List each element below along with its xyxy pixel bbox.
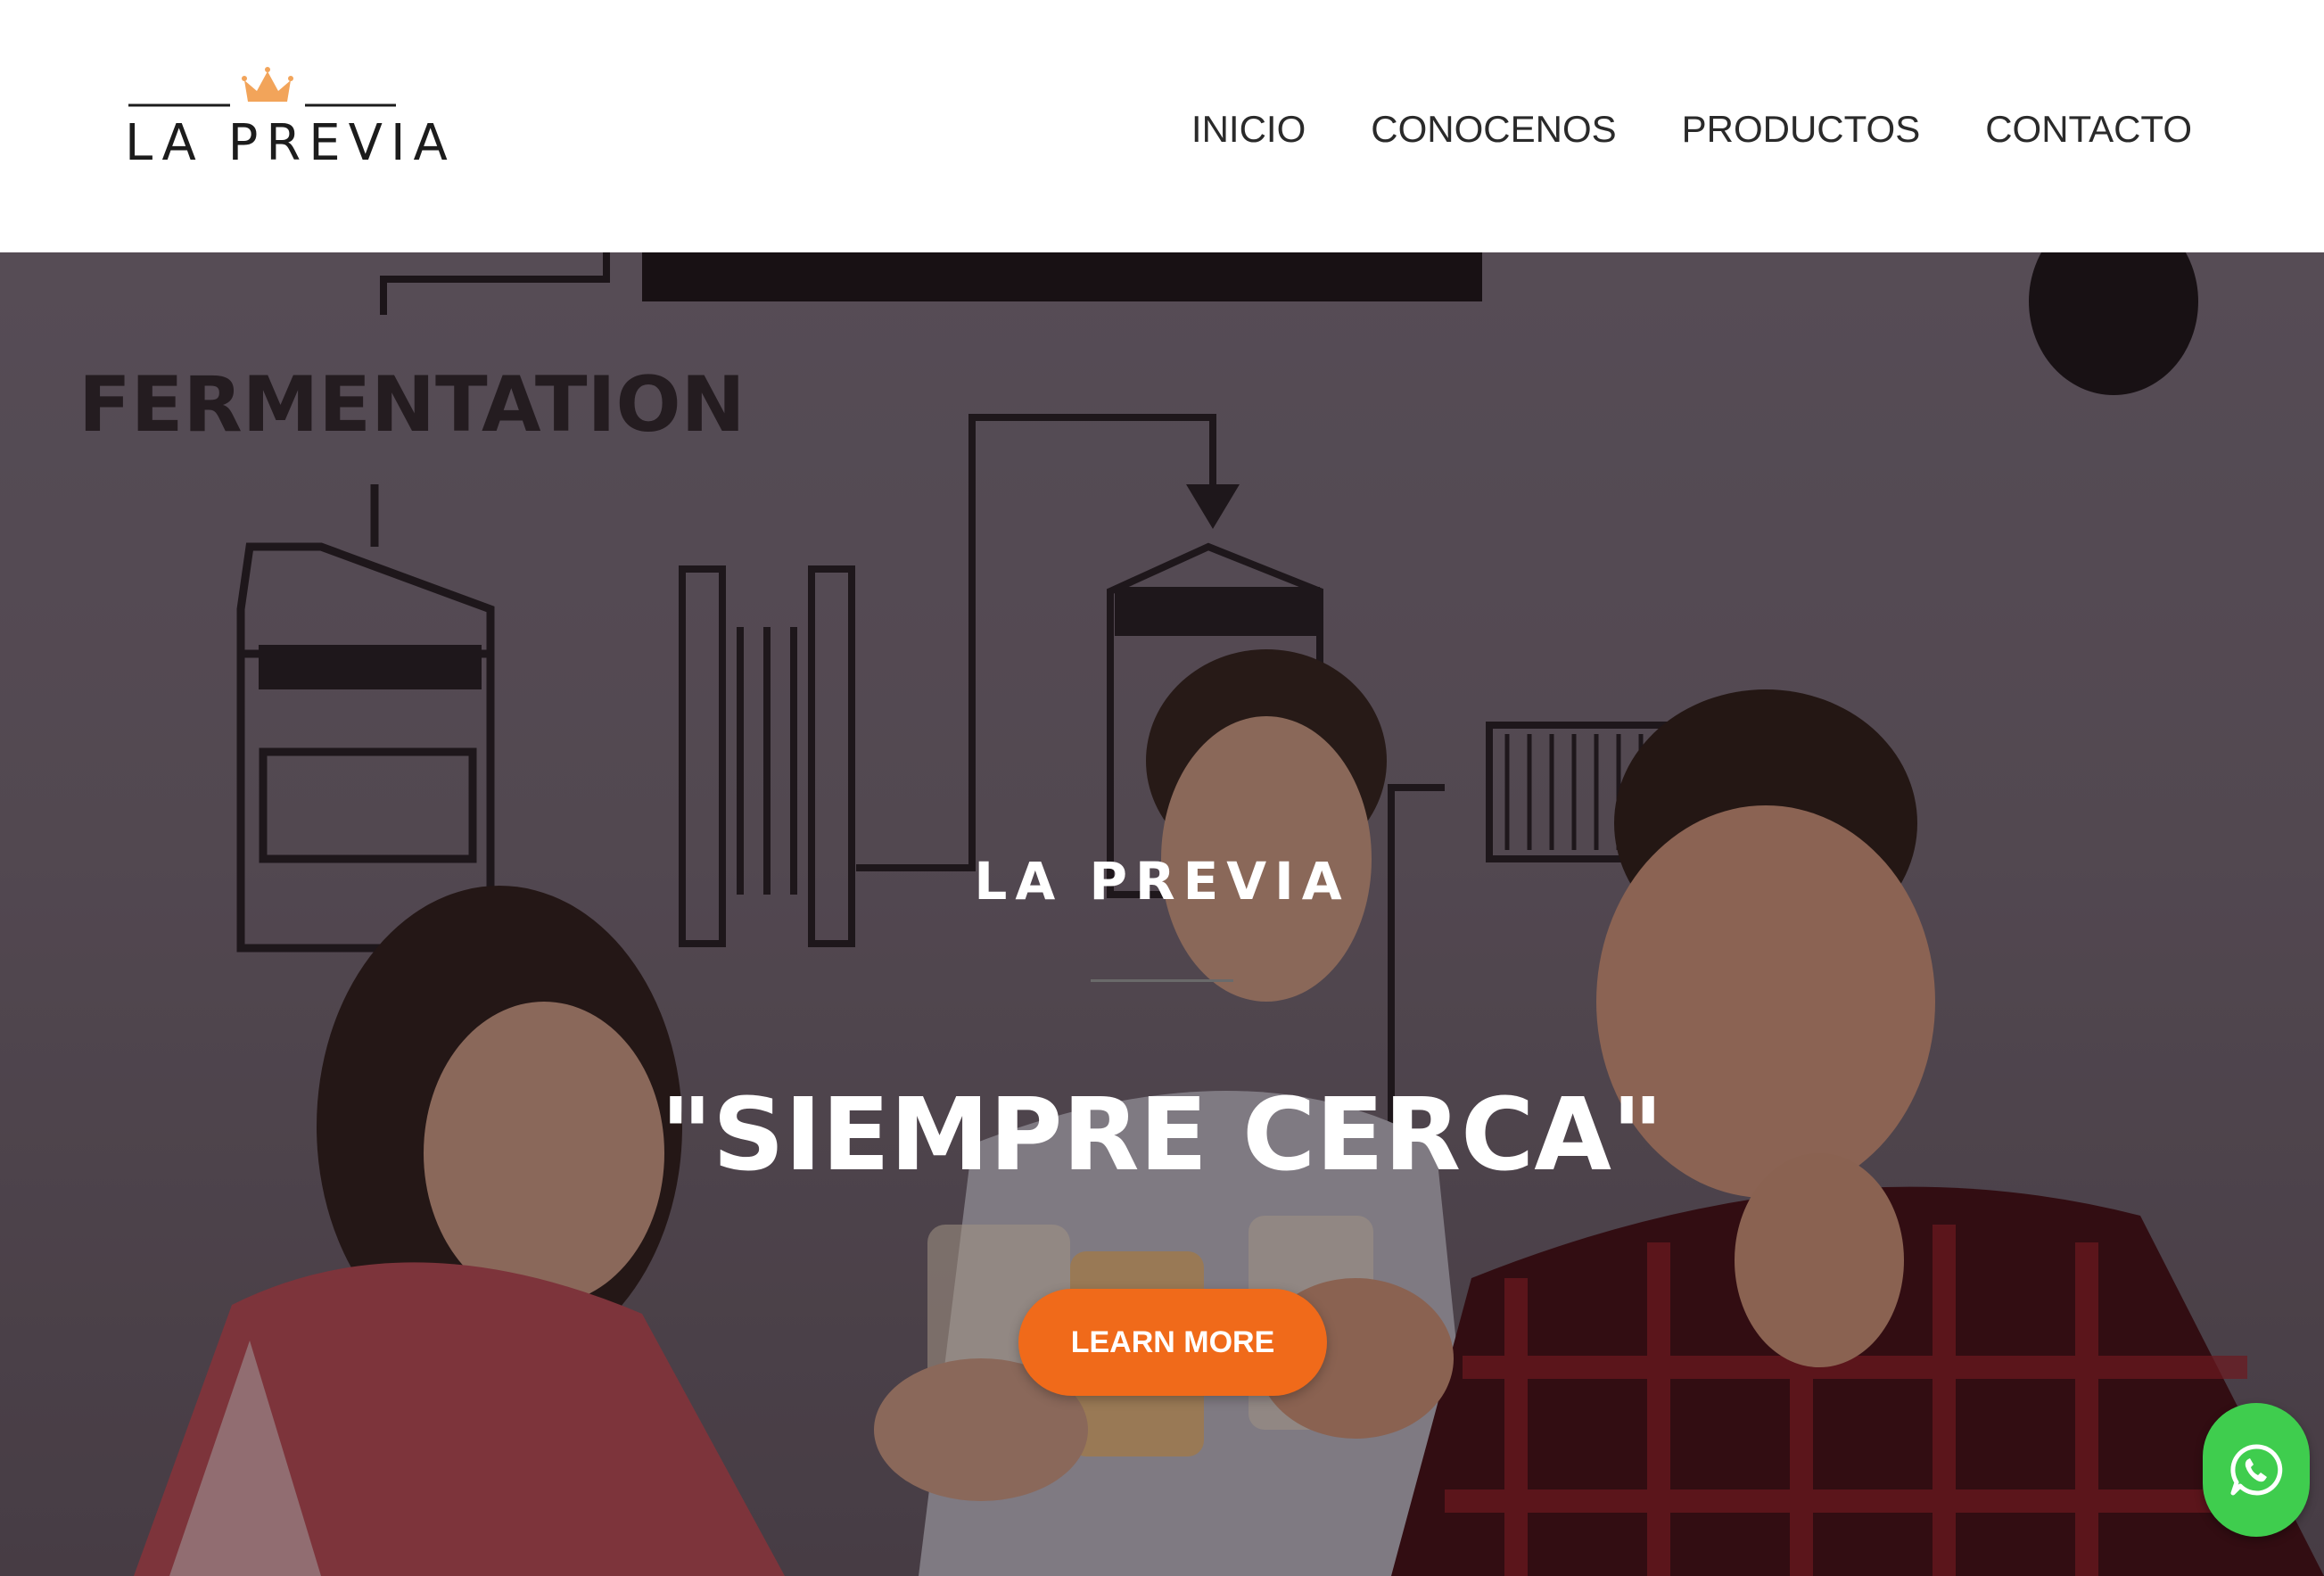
hero-content: LA PREVIA "SIEMPRE CERCA" LEARN MORE — [0, 252, 2324, 1576]
learn-more-button[interactable]: LEARN MORE — [1018, 1289, 1327, 1396]
hero-subtitle: LA PREVIA — [974, 851, 1350, 912]
nav-contacto[interactable]: CONTACTO — [1985, 108, 2192, 151]
hero-section: FERMENTATION LA PREVIA "SIEMPRE CERCA" L… — [0, 252, 2324, 1576]
logo-text: LA PREVIA — [125, 114, 456, 172]
site-header: LA PREVIA INICIO CONOCENOS PRODUCTOS CON… — [0, 0, 2324, 252]
logo[interactable]: LA PREVIA — [125, 62, 456, 178]
nav-conocenos[interactable]: CONOCENOS — [1371, 108, 1616, 151]
hero-title: "SIEMPRE CERCA" — [660, 1077, 1664, 1193]
nav-productos[interactable]: PRODUCTOS — [1682, 108, 1921, 151]
whatsapp-button[interactable] — [2203, 1403, 2310, 1537]
hero-divider — [1091, 979, 1233, 982]
whatsapp-icon — [2230, 1444, 2283, 1496]
main-nav: INICIO CONOCENOS PRODUCTOS CONTACTO — [1191, 98, 2192, 161]
nav-inicio[interactable]: INICIO — [1191, 108, 1306, 151]
